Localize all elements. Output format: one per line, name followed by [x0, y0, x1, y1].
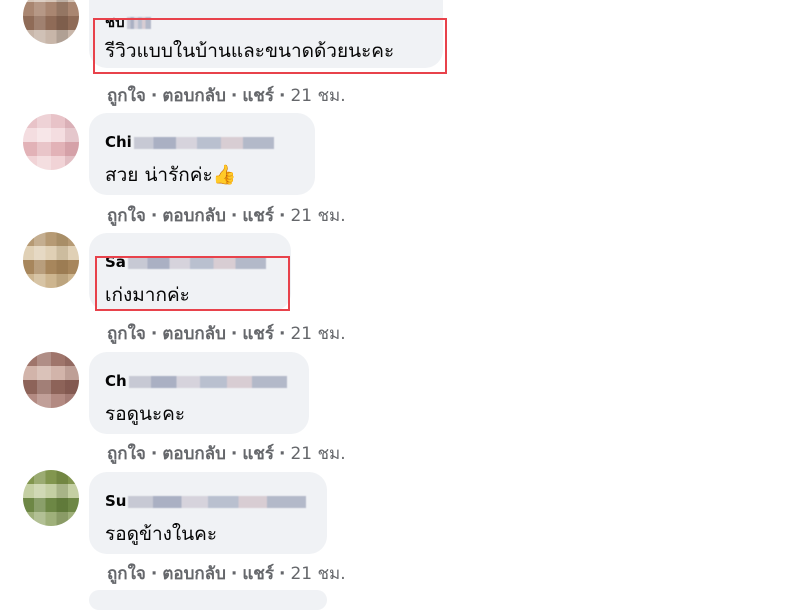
- separator-dot: ·: [230, 444, 238, 464]
- comment-actions: ถูกใจ · ตอบกลับ · แชร์ · 21 ชม.: [107, 202, 346, 229]
- share-link[interactable]: แชร์: [242, 206, 274, 226]
- reply-link[interactable]: ตอบกลับ: [162, 444, 226, 464]
- comment-bubble: Su รอดูข้างในคะ: [89, 472, 327, 554]
- redacted-name: [128, 495, 307, 508]
- separator-dot: ·: [230, 206, 238, 226]
- separator-dot: ·: [150, 564, 158, 584]
- separator-dot: ·: [278, 444, 286, 464]
- timestamp[interactable]: 21 ชม.: [290, 444, 345, 464]
- comment-author[interactable]: Su: [105, 492, 307, 510]
- timestamp[interactable]: 21 ชม.: [290, 86, 345, 106]
- redacted-name: [128, 375, 287, 388]
- separator-dot: ·: [278, 206, 286, 226]
- avatar[interactable]: [23, 0, 79, 44]
- comment-bubble: Chi สวย น่ารักค่ะ👍: [89, 113, 315, 195]
- avatar[interactable]: [23, 232, 79, 288]
- avatar[interactable]: [23, 114, 79, 170]
- avatar[interactable]: [23, 352, 79, 408]
- reply-link[interactable]: ตอบกลับ: [162, 206, 226, 226]
- comment-actions: ถูกใจ · ตอบกลับ · แชร์ · 21 ชม.: [107, 440, 346, 467]
- comment-text: สวย น่ารักค่ะ👍: [105, 164, 237, 186]
- separator-dot: ·: [230, 324, 238, 344]
- separator-dot: ·: [230, 86, 238, 106]
- share-link[interactable]: แชร์: [242, 324, 274, 344]
- comment-author[interactable]: Ch: [105, 372, 287, 390]
- share-link[interactable]: แชร์: [242, 86, 274, 106]
- like-link[interactable]: ถูกใจ: [107, 86, 146, 106]
- reply-link[interactable]: ตอบกลับ: [162, 324, 226, 344]
- comment-actions: ถูกใจ · ตอบกลับ · แชร์ · 21 ชม.: [107, 82, 346, 109]
- timestamp[interactable]: 21 ชม.: [290, 324, 345, 344]
- redacted-name: [133, 136, 274, 149]
- reply-link[interactable]: ตอบกลับ: [162, 564, 226, 584]
- thumbs-up-icon: 👍: [212, 164, 237, 186]
- like-link[interactable]: ถูกใจ: [107, 206, 146, 226]
- separator-dot: ·: [150, 86, 158, 106]
- comment-text: รอดูข้างในคะ: [105, 523, 218, 545]
- comment-bubble-partial: [89, 590, 327, 610]
- avatar[interactable]: [23, 470, 79, 526]
- separator-dot: ·: [150, 206, 158, 226]
- separator-dot: ·: [278, 86, 286, 106]
- share-link[interactable]: แชร์: [242, 444, 274, 464]
- highlight-box: [95, 256, 290, 311]
- separator-dot: ·: [150, 324, 158, 344]
- comment-author[interactable]: Chi: [105, 133, 274, 151]
- comment-bubble: Ch รอดูนะคะ: [89, 352, 309, 434]
- separator-dot: ·: [230, 564, 238, 584]
- like-link[interactable]: ถูกใจ: [107, 324, 146, 344]
- separator-dot: ·: [278, 564, 286, 584]
- highlight-box: [93, 18, 447, 74]
- timestamp[interactable]: 21 ชม.: [290, 206, 345, 226]
- like-link[interactable]: ถูกใจ: [107, 564, 146, 584]
- share-link[interactable]: แชร์: [242, 564, 274, 584]
- timestamp[interactable]: 21 ชม.: [290, 564, 345, 584]
- separator-dot: ·: [278, 324, 286, 344]
- comment-actions: ถูกใจ · ตอบกลับ · แชร์ · 21 ชม.: [107, 320, 346, 347]
- comment-actions: ถูกใจ · ตอบกลับ · แชร์ · 21 ชม.: [107, 560, 346, 587]
- reply-link[interactable]: ตอบกลับ: [162, 86, 226, 106]
- separator-dot: ·: [150, 444, 158, 464]
- comment-text: รอดูนะคะ: [105, 403, 186, 425]
- like-link[interactable]: ถูกใจ: [107, 444, 146, 464]
